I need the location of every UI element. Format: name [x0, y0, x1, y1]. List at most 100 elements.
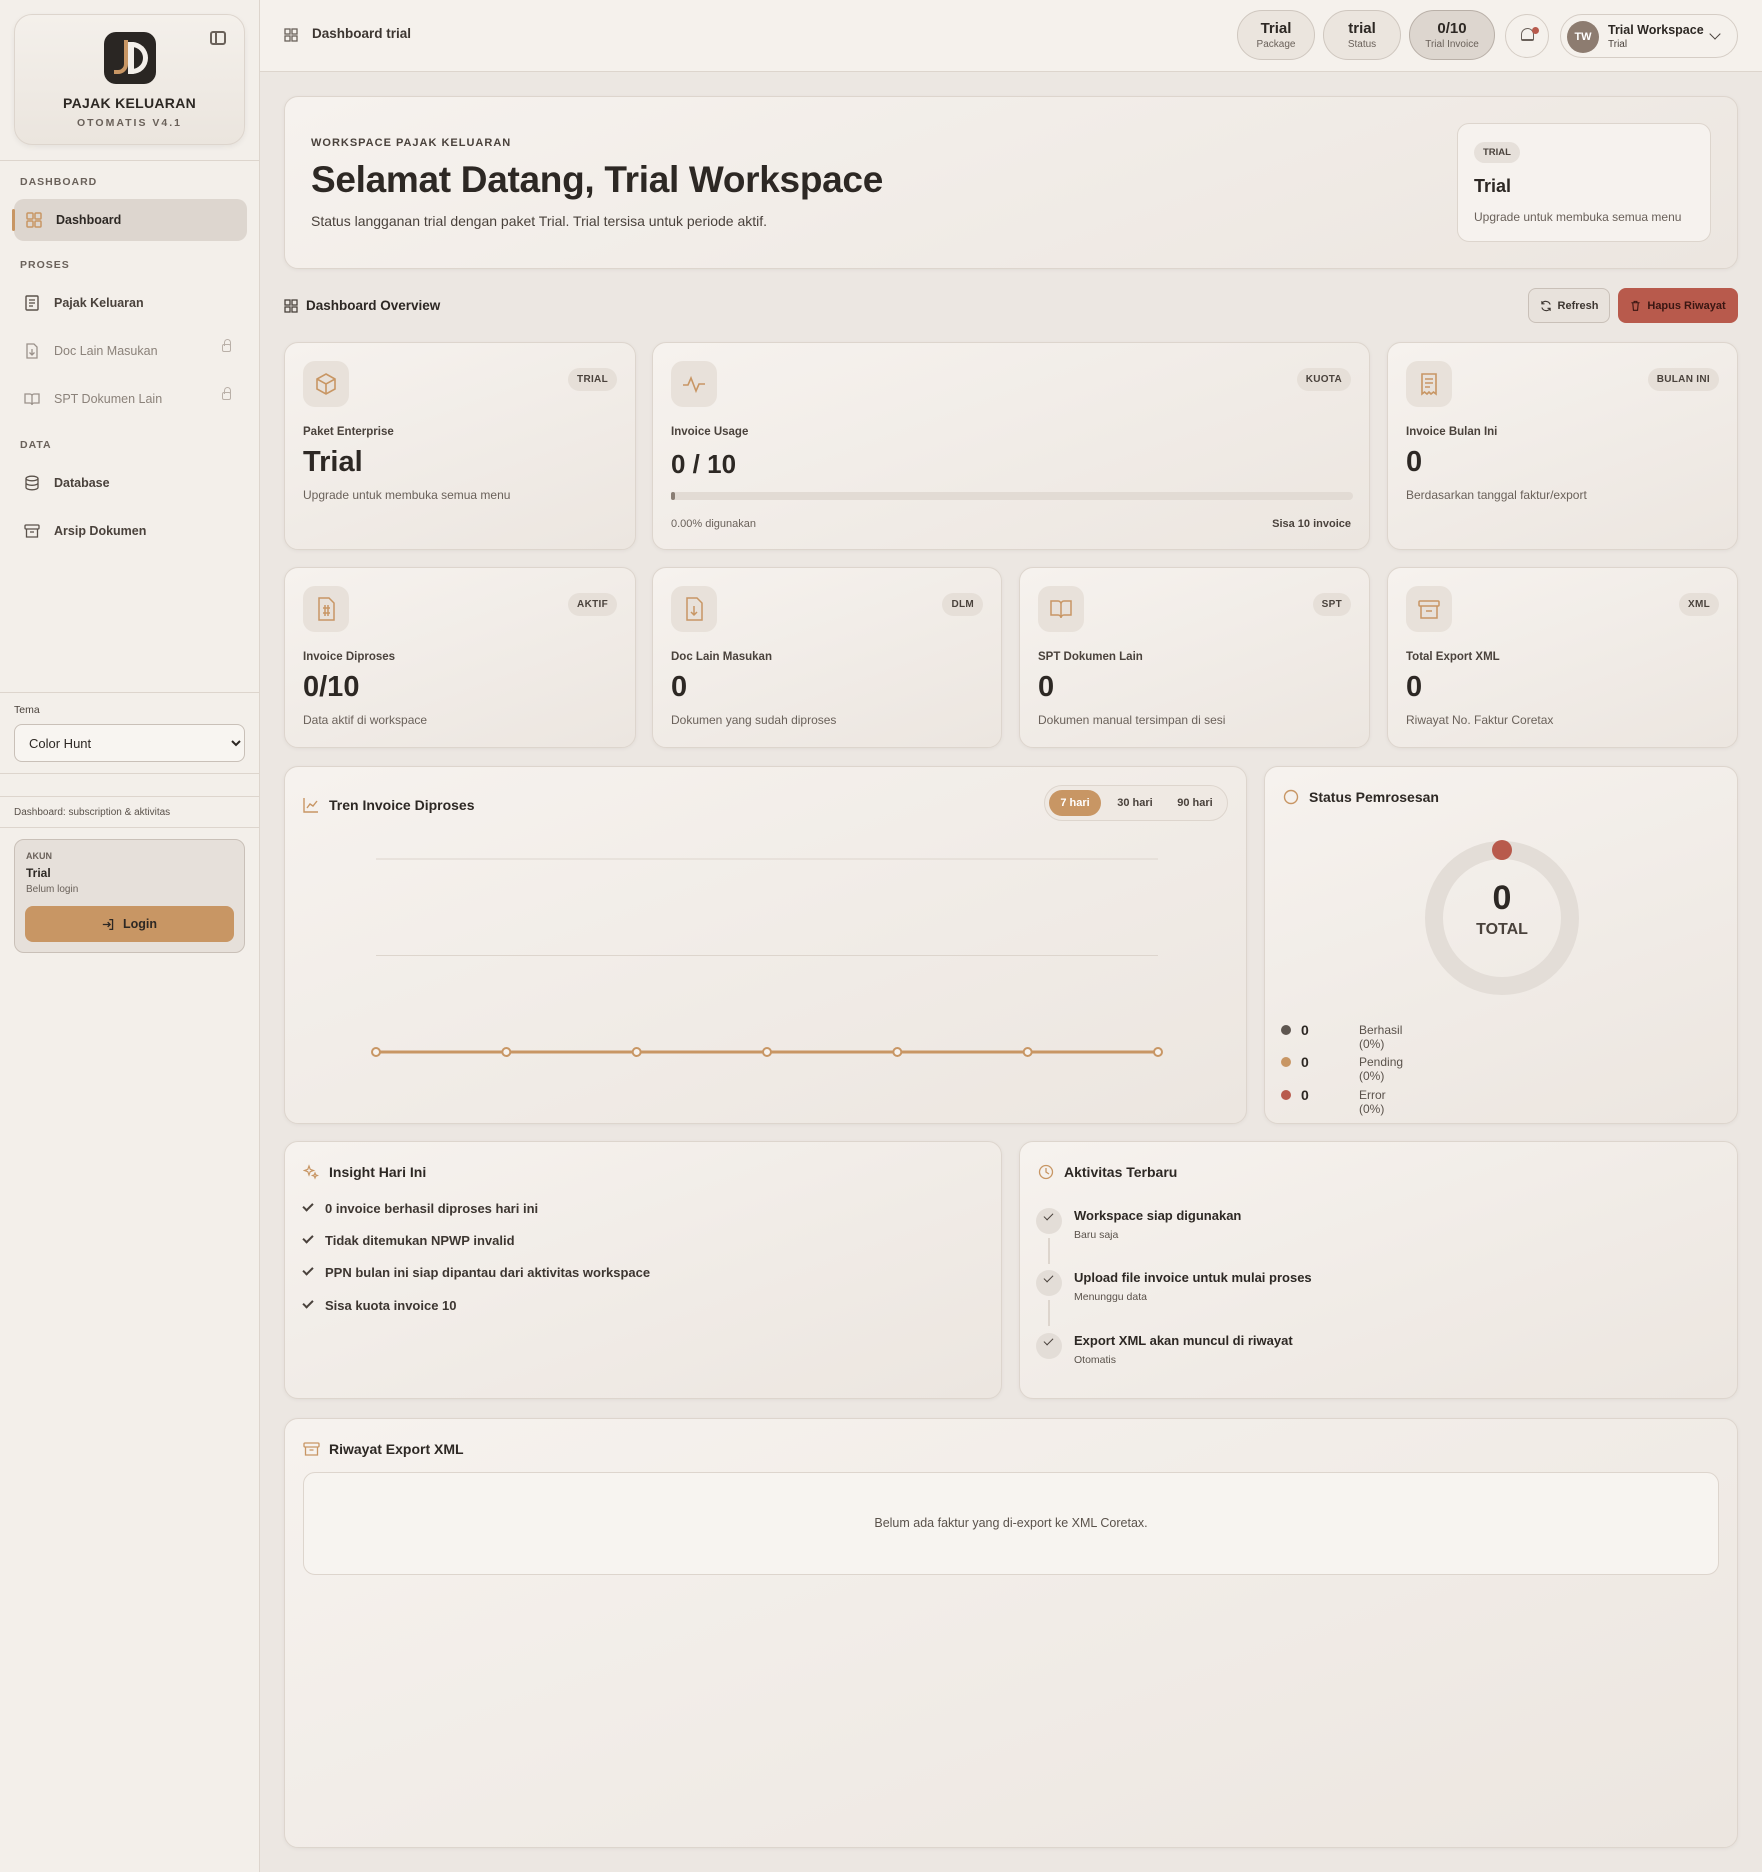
account-name: Trial [26, 866, 51, 880]
stat-card-paket: TRIAL Paket Enterprise Trial Upgrade unt… [284, 342, 636, 550]
plan-name: Trial [1474, 176, 1512, 196]
stat-value: 0/10 [303, 671, 360, 703]
sidebar-item-label: SPT Dokumen Lain [54, 392, 163, 406]
sidebar-item-dashboard[interactable]: Dashboard [12, 199, 247, 241]
timeline-line [1048, 1238, 1050, 1264]
lock-icon [222, 387, 231, 400]
database-icon [25, 475, 39, 491]
insight-item: Sisa kuota invoice 10 [302, 1295, 457, 1315]
insight-item: Tidak ditemukan NPWP invalid [302, 1230, 515, 1250]
activity-item-subtitle: Baru saja [1074, 1229, 1119, 1241]
sidebar-item-spt-dokumen-lain[interactable]: SPT Dokumen Lain [14, 378, 247, 420]
clock-icon [1038, 1164, 1054, 1180]
stat-badge: BULAN INI [1647, 368, 1719, 391]
export-history-card: Riwayat Export XML Belum ada faktur yang… [284, 1418, 1738, 1848]
data-point[interactable] [762, 1047, 772, 1057]
check-icon [302, 1297, 314, 1309]
usage-remaining: Sisa 10 invoice [1272, 518, 1351, 530]
data-point[interactable] [631, 1047, 642, 1057]
stat-description: Dokumen manual tersimpan di sesi [1038, 713, 1226, 727]
theme-label: Tema [14, 704, 40, 716]
login-icon [102, 918, 114, 930]
usage-percent: 0.00% digunakan [671, 518, 757, 530]
data-point[interactable] [892, 1047, 903, 1057]
sidebar-toggle-icon[interactable] [210, 31, 226, 45]
sparkles-icon [303, 1164, 319, 1180]
activity-check [1036, 1333, 1062, 1359]
data-point[interactable] [1022, 1047, 1033, 1057]
stat-value: Trial [303, 446, 363, 478]
empty-message: Belum ada faktur yang di-export ke XML C… [874, 1516, 1148, 1530]
trial-invoice-label: Trial Invoice [1425, 39, 1479, 50]
stat-label: Invoice Diproses [303, 651, 396, 663]
legend-value: 0 [1301, 1087, 1309, 1103]
sidebar-item-database[interactable]: Database [14, 462, 247, 504]
lock-icon [222, 339, 231, 352]
receipt-icon [1406, 361, 1452, 407]
avatar: TW [1567, 21, 1599, 53]
login-button[interactable]: Login [25, 906, 234, 942]
data-point[interactable] [1153, 1047, 1163, 1057]
section-proses: PROSES [20, 259, 70, 271]
sidebar-item-arsip-dokumen[interactable]: Arsip Dokumen [14, 510, 247, 552]
activity-title: Aktivitas Terbaru [1064, 1164, 1178, 1180]
stat-badge: XML [1678, 593, 1719, 616]
refresh-button[interactable]: Refresh [1528, 288, 1610, 323]
dashboard-icon [26, 212, 42, 228]
usage-progress-fill [671, 492, 675, 500]
stat-label: Invoice Usage [671, 426, 749, 438]
activity-item-title: Upload file invoice untuk mulai proses [1074, 1270, 1312, 1285]
stat-card-diproses: AKTIF Invoice Diproses 0/10 Data aktif d… [284, 567, 636, 748]
hero-title: Selamat Datang, Trial Workspace [311, 159, 883, 200]
divider [0, 692, 260, 693]
usage-progress-bar [671, 492, 1353, 500]
circle-icon [1283, 789, 1299, 805]
stat-card-usage: KUOTA Invoice Usage 0 / 10 0.00% digunak… [652, 342, 1370, 550]
stat-description: Dokumen yang sudah diproses [671, 713, 837, 727]
stat-badge: DLM [942, 593, 983, 616]
notification-dot [1532, 27, 1539, 34]
divider [0, 773, 260, 774]
stat-value: 0 [1038, 671, 1055, 703]
insight-item: PPN bulan ini siap dipantau dari aktivit… [302, 1262, 650, 1282]
book-icon [1038, 586, 1084, 632]
stat-description: Riwayat No. Faktur Coretax [1406, 713, 1554, 727]
donut-total-label: TOTAL [1476, 921, 1528, 938]
data-point[interactable] [371, 1047, 381, 1057]
insight-card: Insight Hari Ini 0 invoice berhasil dipr… [284, 1141, 1002, 1399]
topbar: Dashboard trial Trial Package trial Stat… [260, 0, 1762, 72]
receipt-icon [25, 295, 39, 311]
brand-card: PAJAK KELUARAN OTOMATIS V4.1 [14, 14, 245, 145]
status-donut [1425, 841, 1579, 995]
sidebar-item-pajak-keluaran[interactable]: Pajak Keluaran [14, 282, 247, 324]
status-label: Status [1347, 39, 1377, 50]
history-title: Riwayat Export XML [329, 1441, 464, 1457]
data-point[interactable] [501, 1047, 512, 1057]
status-pill: trial Status [1323, 10, 1401, 60]
sidebar-item-doc-lain-masukan[interactable]: Doc Lain Masukan [14, 330, 247, 372]
activity-item-title: Workspace siap digunakan [1074, 1208, 1242, 1223]
welcome-card: WORKSPACE PAJAK KELUARAN Selamat Datang,… [284, 96, 1738, 269]
file-download-icon [26, 343, 38, 359]
user-menu-button[interactable]: TW Trial Workspace Trial [1560, 14, 1738, 58]
check-icon [1043, 1335, 1054, 1346]
plan-tag: TRIAL [1474, 142, 1520, 163]
hero-description: Status langganan trial dengan paket Tria… [311, 213, 768, 229]
stat-label: SPT Dokumen Lain [1038, 651, 1143, 663]
sidebar-item-label: Doc Lain Masukan [54, 344, 158, 358]
account-label: AKUN [26, 851, 52, 861]
sidebar-item-label: Arsip Dokumen [54, 524, 147, 538]
sidebar: PAJAK KELUARAN OTOMATIS V4.1 DASHBOARD D… [0, 0, 260, 1872]
delete-history-label: Hapus Riwayat [1647, 299, 1726, 312]
notification-button[interactable] [1505, 14, 1549, 58]
sidebar-item-label: Pajak Keluaran [54, 296, 144, 310]
sidebar-hint: Dashboard: subscription & aktivitas [14, 807, 171, 818]
stat-label: Total Export XML [1406, 651, 1500, 663]
delete-history-button[interactable]: Hapus Riwayat [1618, 288, 1738, 323]
archive-icon [303, 1442, 320, 1456]
theme-select[interactable]: Color Hunt [14, 724, 245, 762]
file-download-icon [671, 586, 717, 632]
login-label: Login [122, 917, 157, 931]
legend-dot [1281, 1090, 1291, 1100]
stat-badge: AKTIF [568, 593, 617, 616]
